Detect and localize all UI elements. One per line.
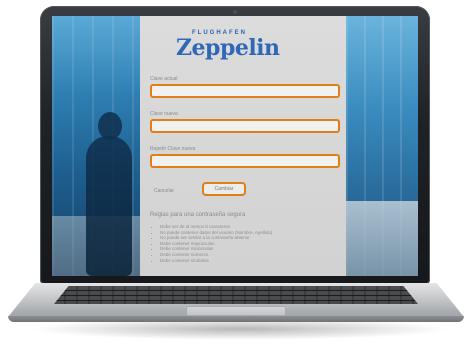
- rule-item: Debe contener símbolos: [160, 258, 340, 264]
- background-person: [86, 136, 132, 276]
- current-password-label: Clave actual: [150, 76, 178, 82]
- laptop-screen: FLUGHAFEN Zeppelin Clave actual Clave nu…: [52, 16, 418, 276]
- repeat-password-label: Repetir Clave nueva: [150, 146, 196, 152]
- cancel-button[interactable]: Cancelar: [154, 188, 174, 194]
- logo-main-text: Zeppelin: [176, 35, 280, 61]
- laptop-trackpad: [186, 306, 286, 316]
- current-password-input[interactable]: [150, 84, 340, 98]
- laptop-front-edge: [8, 316, 464, 322]
- zeppelin-logo: FLUGHAFEN Zeppelin: [176, 30, 280, 64]
- password-rules-title: Reglas para una contraseña segura: [150, 212, 246, 218]
- password-change-panel: FLUGHAFEN Zeppelin Clave actual Clave nu…: [140, 16, 346, 276]
- keyboard-rows: [54, 286, 418, 304]
- password-rules-list: Debe ser de al menos 8 caracteres No pue…: [154, 224, 340, 263]
- new-password-label: Clave nueva: [150, 111, 178, 117]
- new-password-input[interactable]: [150, 119, 340, 133]
- change-password-button[interactable]: Cambiar: [202, 182, 246, 196]
- background-right-floor: [346, 201, 418, 276]
- repeat-password-input[interactable]: [150, 154, 340, 168]
- webcam-icon: [233, 10, 237, 14]
